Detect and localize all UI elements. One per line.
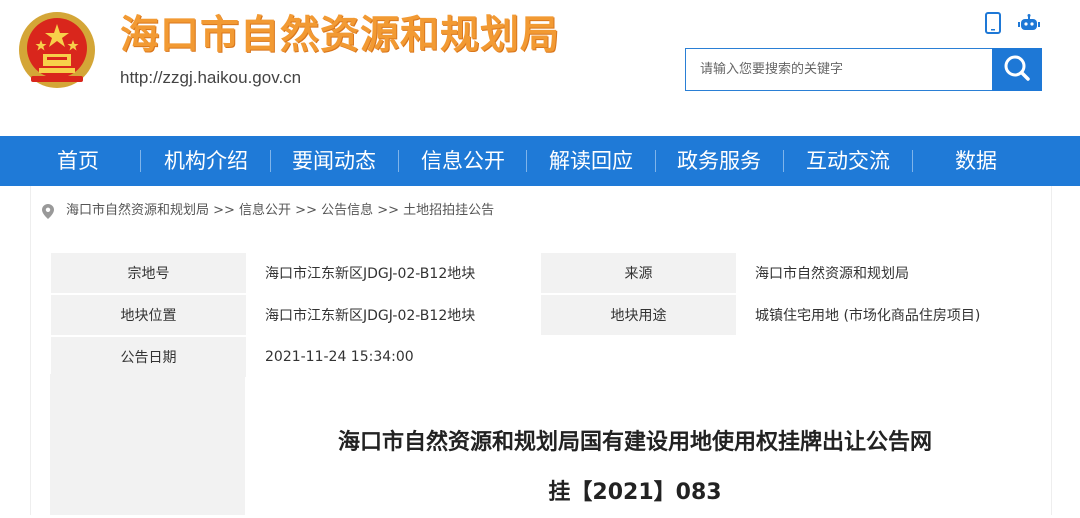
document-title-line-1: 海口市自然资源和规划局国有建设用地使用权挂牌出让公告网 [337, 430, 932, 455]
mobile-phone-icon[interactable] [985, 12, 1001, 34]
nav-item-disclosure[interactable]: 信息公开 [415, 136, 511, 186]
value-source: 海口市自然资源和规划局 [736, 252, 1026, 295]
label-source: 来源 [540, 252, 737, 295]
table-row: 公告日期 2021-11-24 15:34:00 [50, 335, 1026, 379]
table-row: 宗地号 海口市江东新区JDGJ-02-B12地块 来源 海口市自然资源和规划局 [50, 252, 1026, 295]
table-row: 地块位置 海口市江东新区JDGJ-02-B12地块 地块用途 城镇住宅用地 (市… [50, 293, 1026, 337]
nav-separator [783, 150, 784, 172]
site-title[interactable]: 海口市自然资源和规划局 [120, 12, 560, 60]
label-announce-date: 公告日期 [50, 335, 247, 379]
nav-separator [526, 150, 527, 172]
nav-separator [398, 150, 399, 172]
main-nav: 首页 机构介绍 要闻动态 信息公开 解读回应 政务服务 互动交流 数据 [0, 136, 1080, 186]
search-icon [1004, 55, 1030, 81]
search-input[interactable] [685, 48, 1006, 91]
document-title-line-2: 挂【2021】083 [548, 480, 722, 505]
value-land-use: 城镇住宅用地 (市场化商品住房项目) [736, 293, 1026, 337]
value-parcel-location: 海口市江东新区JDGJ-02-B12地块 [246, 293, 541, 337]
nav-item-about[interactable]: 机构介绍 [158, 136, 254, 186]
search-box [685, 48, 1042, 91]
label-land-use: 地块用途 [540, 293, 737, 337]
location-pin-icon [42, 204, 54, 219]
nav-item-services[interactable]: 政务服务 [671, 136, 767, 186]
nav-separator [140, 150, 141, 172]
nav-item-home[interactable]: 首页 [42, 136, 114, 186]
site-header: 海口市自然资源和规划局 http://zzgj.haikou.gov.cn [0, 0, 1080, 136]
label-parcel-number: 宗地号 [50, 252, 247, 295]
national-emblem-icon[interactable] [17, 10, 97, 90]
content-side-panel [50, 374, 245, 515]
search-button[interactable] [992, 48, 1042, 91]
breadcrumb-text[interactable]: 海口市自然资源和规划局 >> 信息公开 >> 公告信息 >> 土地招拍挂公告 [66, 199, 494, 223]
document-title: 海口市自然资源和规划局国有建设用地使用权挂牌出让公告网 挂【2021】083 [270, 418, 1000, 518]
value-announce-date: 2021-11-24 15:34:00 [246, 335, 1026, 379]
nav-separator [655, 150, 656, 172]
nav-item-data[interactable]: 数据 [940, 136, 1012, 186]
nav-item-news[interactable]: 要闻动态 [286, 136, 382, 186]
site-url[interactable]: http://zzgj.haikou.gov.cn [120, 68, 301, 88]
top-icons [985, 12, 1045, 36]
info-table: 宗地号 海口市江东新区JDGJ-02-B12地块 来源 海口市自然资源和规划局 … [50, 252, 1026, 379]
nav-separator [912, 150, 913, 172]
robot-icon[interactable] [1018, 14, 1040, 32]
nav-item-interaction[interactable]: 互动交流 [800, 136, 896, 186]
label-parcel-location: 地块位置 [50, 293, 247, 337]
nav-item-interpretation[interactable]: 解读回应 [543, 136, 639, 186]
value-parcel-number: 海口市江东新区JDGJ-02-B12地块 [246, 252, 541, 295]
nav-separator [270, 150, 271, 172]
